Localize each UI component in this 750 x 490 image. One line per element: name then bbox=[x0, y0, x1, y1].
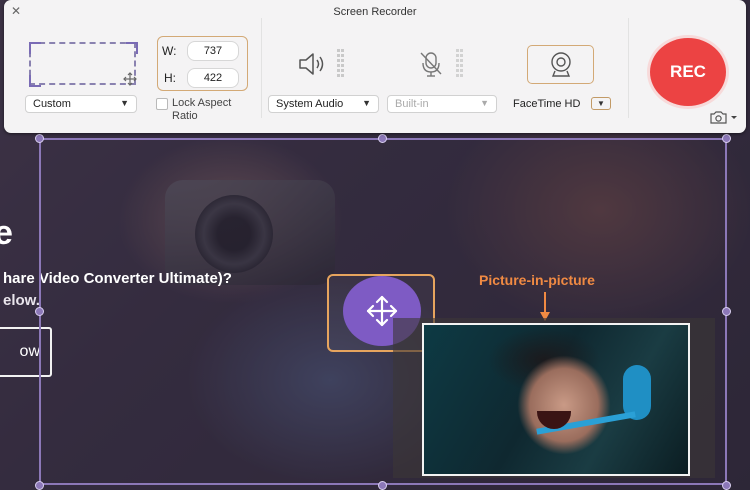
chevron-down-icon: ▼ bbox=[120, 98, 129, 108]
move-arrows-small-icon bbox=[123, 72, 137, 86]
system-audio-select[interactable]: System Audio ▼ bbox=[268, 95, 379, 113]
height-input[interactable]: 422 bbox=[187, 68, 239, 88]
microphone-off-icon[interactable] bbox=[418, 50, 444, 78]
resize-handle-top-left[interactable] bbox=[35, 134, 44, 143]
resize-handle-bottom-right[interactable] bbox=[722, 481, 731, 490]
pip-annotation-label: Picture-in-picture bbox=[479, 272, 595, 288]
height-label: H: bbox=[164, 71, 176, 85]
resize-handle-top-center[interactable] bbox=[378, 134, 387, 143]
resize-handle-middle-right[interactable] bbox=[722, 307, 731, 316]
webcam-icon bbox=[551, 52, 571, 77]
page-heading-fragment: e bbox=[0, 214, 13, 252]
area-preset-select[interactable]: Custom ▼ bbox=[25, 95, 137, 113]
resize-handle-top-right[interactable] bbox=[722, 134, 731, 143]
chevron-down-icon: ▼ bbox=[480, 98, 489, 108]
microphone-value: Built-in bbox=[395, 98, 429, 110]
page-text-line-2: elow. bbox=[3, 292, 40, 309]
webcam-device-dropdown[interactable]: ▼ bbox=[591, 97, 611, 110]
chevron-down-icon: ▼ bbox=[362, 98, 371, 108]
area-corner-top-left bbox=[29, 42, 41, 54]
custom-area-preview[interactable] bbox=[29, 42, 136, 85]
divider-2 bbox=[628, 18, 629, 118]
area-corner-bottom-left bbox=[29, 75, 41, 87]
resize-handle-bottom-center[interactable] bbox=[378, 481, 387, 490]
resize-handle-middle-left[interactable] bbox=[35, 307, 44, 316]
lock-aspect-label: Lock Aspect Ratio bbox=[172, 97, 232, 122]
system-audio-value: System Audio bbox=[276, 98, 344, 110]
area-corner-top-right bbox=[126, 42, 138, 54]
camera-icon[interactable] bbox=[709, 110, 739, 124]
resize-handle-bottom-left[interactable] bbox=[35, 481, 44, 490]
record-button[interactable]: REC bbox=[650, 38, 726, 106]
webcam-device-label: FaceTime HD bbox=[513, 98, 581, 110]
speaker-icon[interactable] bbox=[297, 51, 327, 77]
screen-recorder-toolbar: ✕ Screen Recorder Custom ▼ W: 737 H: 422… bbox=[4, 0, 746, 133]
window-title: Screen Recorder bbox=[333, 6, 417, 18]
width-input[interactable]: 737 bbox=[187, 41, 239, 61]
lock-aspect-checkbox[interactable] bbox=[156, 98, 168, 110]
system-audio-level-meter bbox=[337, 49, 344, 77]
microphone-level-meter bbox=[456, 49, 463, 77]
width-label: W: bbox=[162, 44, 177, 58]
webcam-toggle-button[interactable] bbox=[527, 45, 594, 84]
area-preset-value: Custom bbox=[33, 98, 71, 110]
webcam-pip-window[interactable] bbox=[422, 323, 690, 476]
microphone-select[interactable]: Built-in ▼ bbox=[387, 95, 497, 113]
divider-1 bbox=[261, 18, 262, 118]
